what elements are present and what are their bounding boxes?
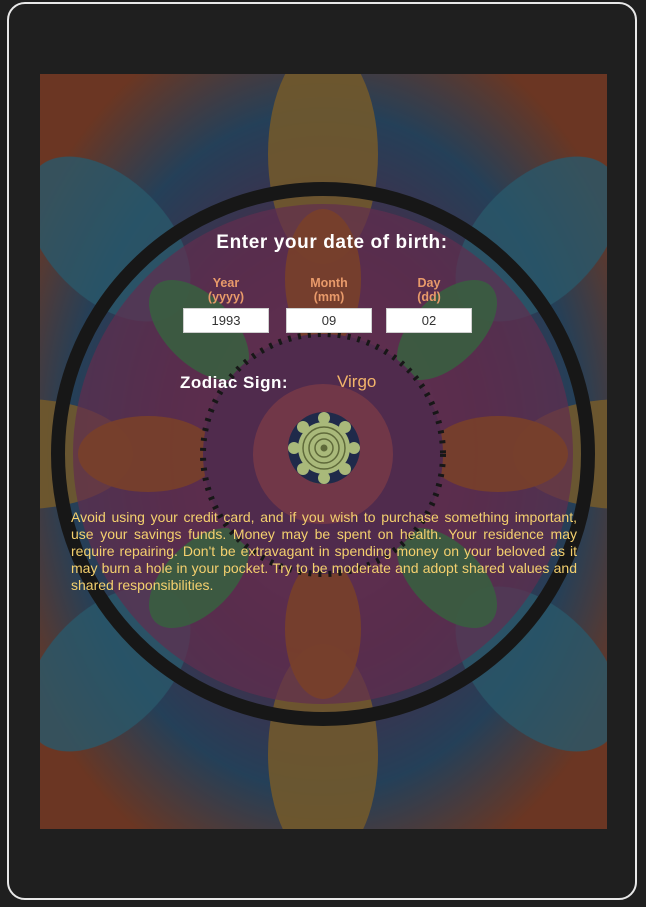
- year-field-group: Year (yyyy): [183, 276, 269, 333]
- month-field-group: Month (mm): [286, 276, 372, 333]
- year-input[interactable]: [183, 308, 269, 333]
- birth-date-form: Enter your date of birth: Year (yyyy) Mo…: [40, 74, 607, 829]
- month-input[interactable]: [286, 308, 372, 333]
- form-heading: Enter your date of birth:: [216, 232, 448, 253]
- horoscope-text: Avoid using your credit card, and if you…: [71, 509, 577, 593]
- zodiac-value: Virgo: [337, 372, 377, 391]
- app-screen: Enter your date of birth: Year (yyyy) Mo…: [40, 74, 607, 829]
- day-input[interactable]: [386, 308, 472, 333]
- month-format-hint: (mm): [313, 290, 345, 304]
- virgo-mandala-icon: [288, 412, 360, 484]
- zodiac-label: Zodiac Sign:: [180, 373, 288, 392]
- year-label: Year: [212, 276, 240, 290]
- day-label: Day: [417, 276, 441, 290]
- tablet-frame: Enter your date of birth: Year (yyyy) Mo…: [0, 0, 646, 907]
- day-format-hint: (dd): [417, 290, 441, 304]
- month-label: Month: [310, 276, 348, 290]
- year-format-hint: (yyyy): [207, 290, 245, 304]
- day-field-group: Day (dd): [386, 276, 472, 333]
